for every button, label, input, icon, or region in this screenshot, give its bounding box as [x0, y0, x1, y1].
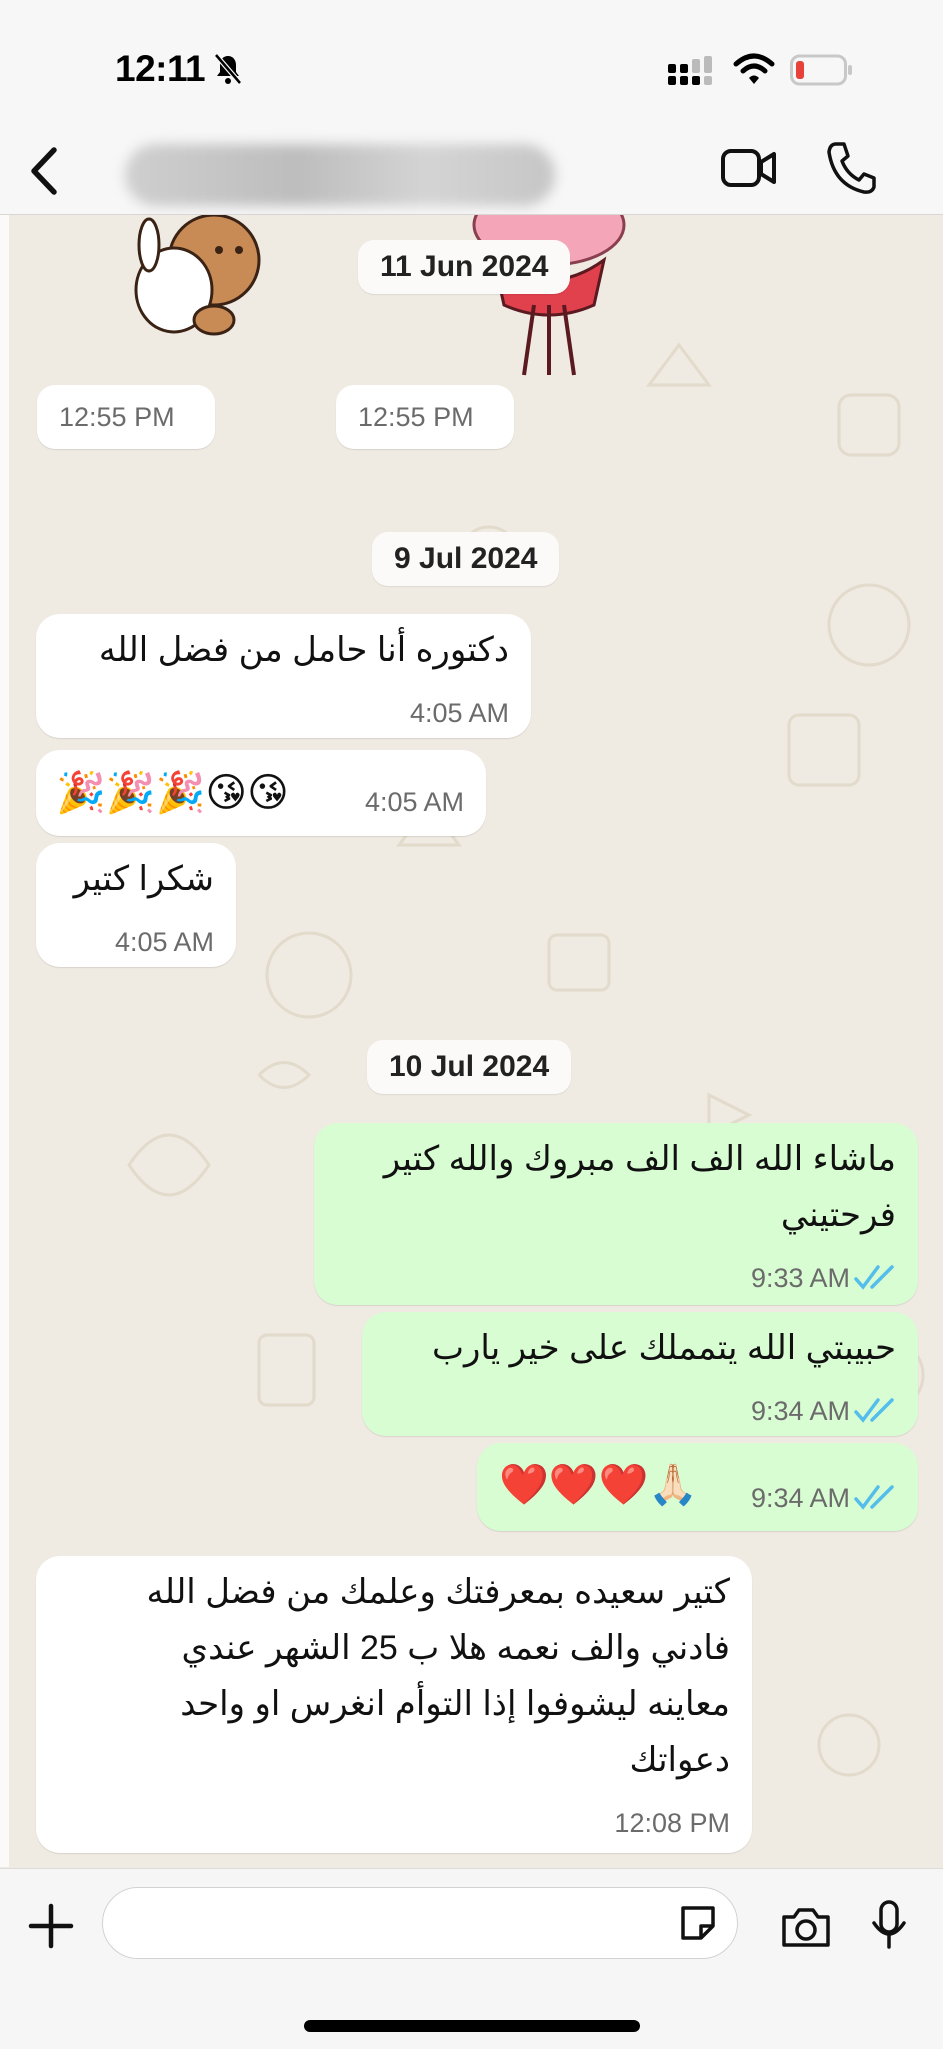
message-input[interactable] [102, 1887, 738, 1959]
message-text: كتير سعيده بمعرفتك وعلمك من فضل الله [146, 1573, 730, 1611]
bell-slash-icon [214, 53, 242, 85]
message-bubble-outgoing[interactable]: حبيبتي الله يتمملك على خير يارب 9:34 AM [362, 1312, 918, 1436]
home-indicator[interactable] [304, 2020, 640, 2032]
message-time: 12:55 PM [358, 402, 474, 432]
sticker-bear-hug[interactable] [119, 215, 269, 345]
message-time: 4:05 AM [409, 698, 509, 728]
message-time: 9:34 AM [750, 1483, 850, 1513]
message-bubble-outgoing[interactable]: ❤️❤️❤️🙏🏻 9:34 AM [477, 1443, 918, 1531]
sticker-time-chip: 12:55 PM [37, 385, 215, 449]
message-text: فادني والف نعمه هلا ب 25 الشهر عندي [181, 1629, 730, 1667]
chat-header [0, 130, 943, 215]
plus-icon[interactable] [28, 1903, 74, 1949]
sticker-icon[interactable] [677, 1902, 719, 1944]
message-emoji: 🎉🎉🎉😘😘 [56, 771, 289, 815]
camera-icon[interactable] [780, 1905, 832, 1949]
message-text: دكتوره أنا حامل من فضل الله [98, 631, 509, 669]
sticker-time-chip: 12:55 PM [336, 385, 514, 449]
chat-area[interactable]: 11 Jun 2024 12:55 PM 12:55 PM 9 Jul 2024… [0, 215, 943, 1867]
contact-name[interactable] [125, 144, 555, 206]
wifi-icon [733, 53, 775, 84]
voice-call-icon[interactable] [826, 140, 876, 196]
cellular-icon [668, 56, 712, 85]
status-time: 12:11 [115, 48, 206, 89]
message-time: 4:05 AM [114, 927, 214, 957]
message-text: فرحتيني [780, 1196, 896, 1234]
message-time: 12:08 PM [614, 1808, 730, 1838]
message-bubble-outgoing[interactable]: ماشاء الله الف الف مبروك والله كتير فرحت… [314, 1123, 918, 1305]
message-text: دعواتك [629, 1741, 730, 1779]
date-chip: 10 Jul 2024 [367, 1040, 572, 1094]
message-bubble-incoming[interactable]: دكتوره أنا حامل من فضل الله 4:05 AM [36, 614, 531, 738]
message-time: 12:55 PM [59, 402, 175, 432]
message-text: شكرا كتير [73, 860, 214, 898]
date-chip: 9 Jul 2024 [372, 532, 560, 586]
message-text: حبيبتي الله يتمملك على خير يارب [431, 1329, 896, 1367]
read-ticks-icon [854, 1265, 894, 1290]
video-call-icon[interactable] [720, 144, 778, 194]
message-emoji: ❤️❤️❤️🙏🏻 [499, 1463, 699, 1507]
read-ticks-icon [854, 1485, 894, 1510]
date-chip: 11 Jun 2024 [358, 240, 571, 294]
read-ticks-icon [854, 1398, 894, 1423]
message-bubble-incoming[interactable]: كتير سعيده بمعرفتك وعلمك من فضل الله فاد… [36, 1556, 752, 1853]
status-bar: 12:11 [0, 0, 943, 130]
message-text: ماشاء الله الف الف مبروك والله كتير [383, 1140, 896, 1178]
message-time: 9:34 AM [750, 1396, 850, 1426]
back-icon[interactable] [22, 140, 66, 202]
message-text: معاينه ليشوفوا إذا التوأم انغرس او واحد [180, 1685, 730, 1723]
message-time: 4:05 AM [364, 787, 464, 817]
message-bubble-incoming[interactable]: 🎉🎉🎉😘😘 4:05 AM [36, 750, 486, 836]
microphone-icon[interactable] [870, 1899, 908, 1951]
battery-low-icon [790, 54, 852, 86]
message-bubble-incoming[interactable]: شكرا كتير 4:05 AM [36, 843, 236, 967]
message-time: 9:33 AM [750, 1263, 850, 1293]
